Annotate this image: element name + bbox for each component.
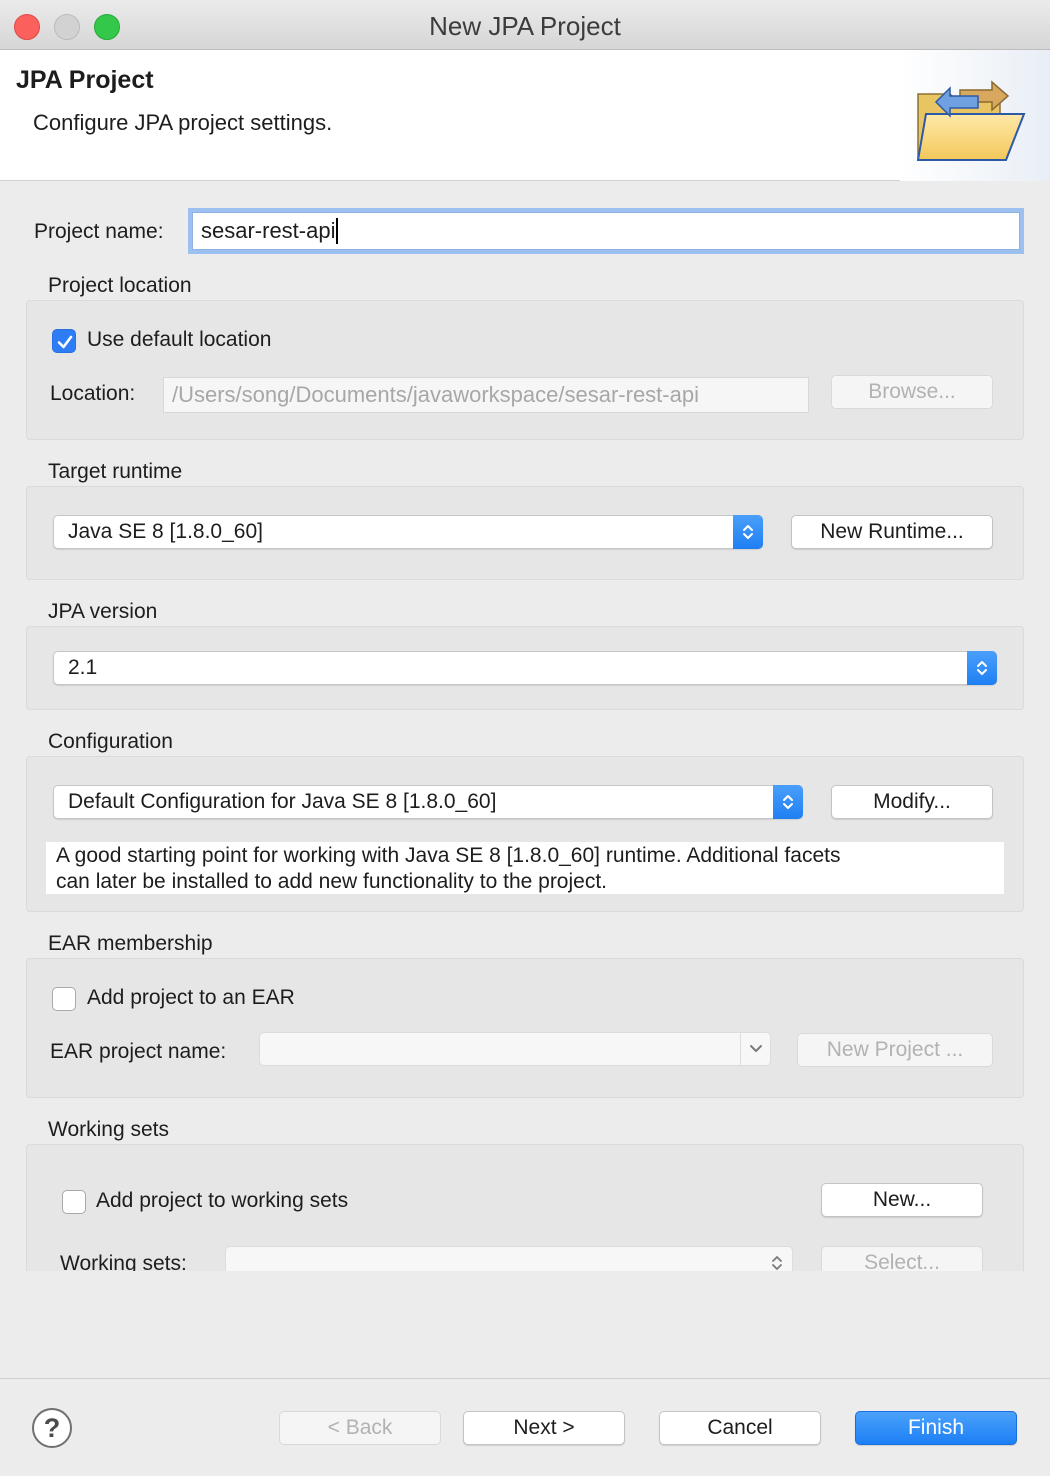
location-input[interactable]: /Users/song/Documents/javaworkspace/sesa…	[163, 377, 809, 413]
chevron-down-icon	[740, 1033, 770, 1065]
configuration-value: Default Configuration for Java SE 8 [1.8…	[68, 790, 497, 813]
use-default-location-checkbox[interactable]	[52, 329, 76, 353]
ear-membership-heading: EAR membership	[48, 932, 213, 955]
target-runtime-heading: Target runtime	[48, 460, 183, 483]
ear-project-name-select[interactable]	[259, 1032, 771, 1066]
new-runtime-button[interactable]: New Runtime...	[791, 515, 993, 549]
configuration-heading: Configuration	[48, 730, 173, 753]
back-button[interactable]: < Back	[279, 1411, 441, 1445]
text-caret	[336, 218, 339, 244]
new-working-set-button[interactable]: New...	[821, 1183, 983, 1217]
footer-divider	[0, 1378, 1050, 1379]
checkmark-icon	[57, 335, 73, 349]
up-down-chevron-icon	[762, 1247, 792, 1271]
working-sets-heading: Working sets	[48, 1118, 169, 1141]
working-sets-label: Working sets:	[60, 1252, 187, 1271]
project-name-value: sesar-rest-api	[201, 218, 336, 243]
next-button[interactable]: Next >	[463, 1411, 625, 1445]
project-name-label: Project name:	[34, 220, 164, 243]
add-to-working-sets-checkbox[interactable]	[62, 1190, 86, 1214]
up-down-chevron-icon	[733, 515, 763, 549]
new-ear-project-button[interactable]: New Project ...	[797, 1033, 993, 1067]
location-value: /Users/song/Documents/javaworkspace/sesa…	[172, 382, 699, 407]
use-default-location-label: Use default location	[87, 328, 272, 351]
page-title: JPA Project	[16, 66, 154, 94]
jpa-version-value: 2.1	[68, 656, 98, 679]
jpa-version-select[interactable]: 2.1	[53, 651, 997, 685]
window-titlebar: New JPA Project	[0, 0, 1050, 50]
add-to-working-sets-label: Add project to working sets	[96, 1189, 349, 1212]
configuration-description-line2: can later be installed to add new functi…	[56, 870, 608, 893]
window-title: New JPA Project	[429, 11, 621, 41]
finish-button[interactable]: Finish	[855, 1411, 1017, 1445]
select-working-sets-button[interactable]: Select...	[821, 1246, 983, 1271]
cancel-button[interactable]: Cancel	[659, 1411, 821, 1445]
page-description: Configure JPA project settings.	[33, 110, 333, 135]
configuration-select[interactable]: Default Configuration for Java SE 8 [1.8…	[53, 785, 803, 819]
location-label: Location:	[50, 382, 136, 405]
project-name-input[interactable]: sesar-rest-api	[192, 212, 1020, 250]
target-runtime-select[interactable]: Java SE 8 [1.8.0_60]	[53, 515, 763, 549]
jpa-version-heading: JPA version	[48, 600, 158, 623]
wizard-header: JPA Project Configure JPA project settin…	[0, 50, 1050, 181]
folder-arrows-icon	[900, 50, 1050, 181]
ear-membership-group	[26, 958, 1024, 1098]
project-location-heading: Project location	[48, 274, 192, 297]
working-sets-select[interactable]	[225, 1246, 793, 1271]
project-location-group	[26, 300, 1024, 440]
modify-button[interactable]: Modify...	[831, 785, 993, 819]
configuration-description: A good starting point for working with J…	[46, 842, 1004, 894]
configuration-description-line1: A good starting point for working with J…	[56, 844, 841, 867]
add-to-ear-checkbox[interactable]	[52, 987, 76, 1011]
ear-project-name-label: EAR project name:	[50, 1040, 227, 1063]
help-icon[interactable]: ?	[32, 1408, 72, 1448]
browse-button[interactable]: Browse...	[831, 375, 993, 409]
up-down-chevron-icon	[967, 651, 997, 685]
target-runtime-value: Java SE 8 [1.8.0_60]	[68, 520, 263, 543]
working-sets-clip: Add project to working sets New... Worki…	[26, 1144, 1024, 1271]
up-down-chevron-icon	[773, 785, 803, 819]
add-to-ear-label: Add project to an EAR	[87, 986, 295, 1009]
